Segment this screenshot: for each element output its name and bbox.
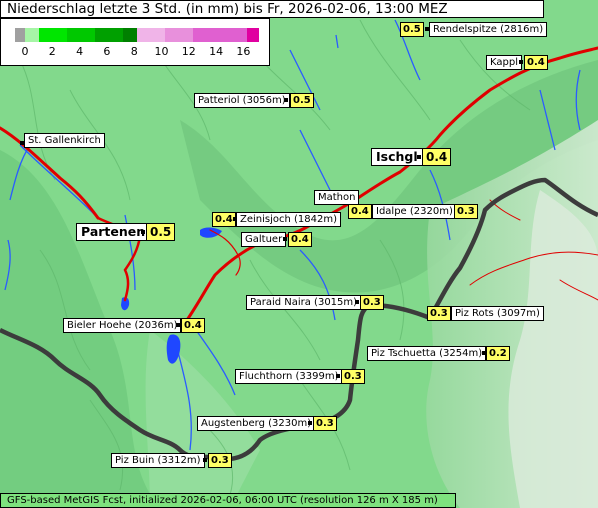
legend-tick-label: 8 — [130, 45, 138, 58]
value-kappl: 0.4 — [524, 55, 548, 70]
label-piz-rots: Piz Rots (3097m) — [451, 306, 544, 321]
legend-tick-label: 0 — [21, 45, 29, 58]
value-piz-rots: 0.3 — [427, 306, 451, 321]
legend-tick-label: 6 — [103, 45, 111, 58]
marker-fluchthorn — [336, 374, 340, 378]
marker-paraid-naira — [355, 300, 359, 304]
marker-augstenberg — [308, 421, 312, 425]
value-bieler-hoehe: 0.4 — [181, 318, 205, 333]
label-mathon: Mathon — [314, 190, 360, 205]
legend-tick-label: 12 — [181, 45, 196, 58]
terrain-layer — [0, 0, 598, 508]
label-fluchthorn: Fluchthorn (3399m) — [235, 369, 343, 384]
label-zeinisjoch: Zeinisjoch (1842m) — [236, 212, 342, 227]
marker-kappl — [519, 60, 523, 64]
marker-bieler-hoehe — [176, 323, 180, 327]
value-augstenberg: 0.3 — [313, 416, 337, 431]
marker-st-gallenkirch — [20, 141, 24, 145]
marker-patteriol — [284, 98, 288, 102]
label-kappl: Kappl — [486, 55, 522, 70]
value-piz-buin: 0.3 — [208, 453, 232, 468]
legend-color-4 — [95, 28, 123, 42]
legend-tick-label: 16 — [236, 45, 251, 58]
value-patteriol: 0.5 — [290, 93, 314, 108]
value-fluchthorn: 0.3 — [341, 369, 365, 384]
value-ischgl: 0.4 — [422, 148, 452, 166]
legend-color-7 — [165, 28, 193, 42]
marker-partenen — [141, 230, 145, 234]
legend-color-2 — [39, 28, 67, 42]
value-partenen: 0.5 — [146, 223, 176, 241]
label-piz-tschuetta: Piz Tschuetta (3254m) — [367, 346, 487, 361]
label-patteriol: Patteriol (3056m) — [194, 93, 290, 108]
label-bieler-hoehe: Bieler Hoehe (2036m) — [63, 318, 182, 333]
label-st-gallenkirch: St. Gallenkirch — [24, 133, 105, 148]
label-galtuer: Galtuer — [241, 232, 287, 247]
legend-color-5 — [123, 28, 137, 42]
value-galtuer: 0.4 — [288, 232, 312, 247]
value-mathon: 0.4 — [348, 204, 372, 219]
value-paraid-naira: 0.3 — [360, 295, 384, 310]
legend-color-scale — [15, 28, 259, 42]
legend-tick-label: 14 — [209, 45, 224, 58]
legend-color-1 — [25, 28, 39, 42]
label-partenen: Partenen — [76, 223, 151, 241]
map-title: Niederschlag letzte 3 Std. (in mm) bis F… — [0, 0, 544, 18]
precipitation-legend: 0 2 4 6 8 10 12 14 16 — [0, 18, 270, 66]
label-idalpe: Idalpe (2320m) — [372, 204, 457, 219]
legend-tick-label: 4 — [76, 45, 84, 58]
legend-color-9 — [247, 28, 259, 42]
model-info-footer: GFS-based MetGIS Fcst, initialized 2026-… — [0, 493, 456, 508]
value-idalpe: 0.3 — [454, 204, 478, 219]
label-piz-buin: Piz Buin (3312m) — [111, 453, 205, 468]
marker-galtuer — [283, 237, 287, 241]
label-paraid-naira: Paraid Naira (3015m) — [246, 295, 362, 310]
legend-color-6 — [137, 28, 165, 42]
legend-color-0 — [15, 28, 25, 42]
marker-ischgl — [417, 155, 421, 159]
label-ischgl: Ischgl — [371, 148, 423, 166]
legend-color-3 — [67, 28, 95, 42]
value-piz-tschuetta: 0.2 — [486, 346, 510, 361]
legend-color-8 — [193, 28, 247, 42]
label-augstenberg: Augstenberg (3230m) — [197, 416, 316, 431]
legend-tick-label: 10 — [154, 45, 169, 58]
precipitation-map: Niederschlag letzte 3 Std. (in mm) bis F… — [0, 0, 598, 508]
value-rendelspitze: 0.5 — [400, 22, 424, 37]
legend-tick-label: 2 — [48, 45, 56, 58]
label-rendelspitze: Rendelspitze (2816m) — [429, 22, 548, 37]
marker-piz-buin — [203, 458, 207, 462]
